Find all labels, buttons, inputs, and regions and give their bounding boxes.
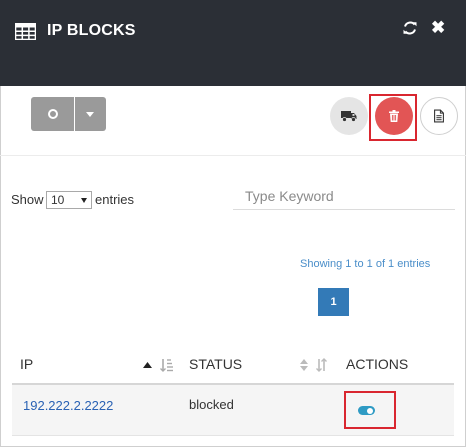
status-cell: blocked [189, 397, 234, 412]
circle-button[interactable] [31, 97, 74, 131]
entries-label: entries [95, 192, 135, 207]
sort-both-icon[interactable] [299, 358, 331, 372]
show-label: Show [11, 192, 44, 207]
split-button [31, 97, 106, 131]
table-info: Showing 1 to 1 of 1 entries [300, 258, 431, 270]
toolbar-divider [0, 155, 466, 156]
dialog-header: IP BLOCKS ✖ [0, 0, 466, 86]
toggle-highlight-box [344, 391, 396, 429]
document-icon [434, 109, 444, 123]
select-arrow-icon [81, 198, 87, 203]
sort-ascending-icon[interactable] [143, 358, 173, 372]
dropdown-toggle-button[interactable] [75, 97, 106, 131]
table-row-border [12, 435, 454, 436]
table-grid-icon [15, 23, 36, 40]
column-header-actions: ACTIONS [346, 356, 409, 372]
truck-icon [341, 111, 357, 122]
ip-cell[interactable]: 192.222.2.2222 [23, 398, 113, 413]
pagination-page-1[interactable]: 1 [318, 288, 349, 316]
page-length-value: 10 [51, 193, 65, 207]
delete-highlight-box [369, 94, 417, 141]
column-header-status[interactable]: STATUS [189, 356, 242, 372]
dialog-title: IP BLOCKS [47, 22, 136, 39]
truck-button[interactable] [330, 97, 368, 135]
search-input[interactable] [233, 182, 455, 210]
circle-icon [48, 109, 58, 119]
refresh-icon[interactable] [402, 20, 418, 36]
export-button[interactable] [420, 97, 458, 135]
caret-down-icon [86, 112, 94, 117]
close-icon[interactable]: ✖ [431, 18, 445, 38]
page-length-select[interactable]: 10 [46, 191, 92, 209]
column-header-ip[interactable]: IP [20, 356, 33, 372]
